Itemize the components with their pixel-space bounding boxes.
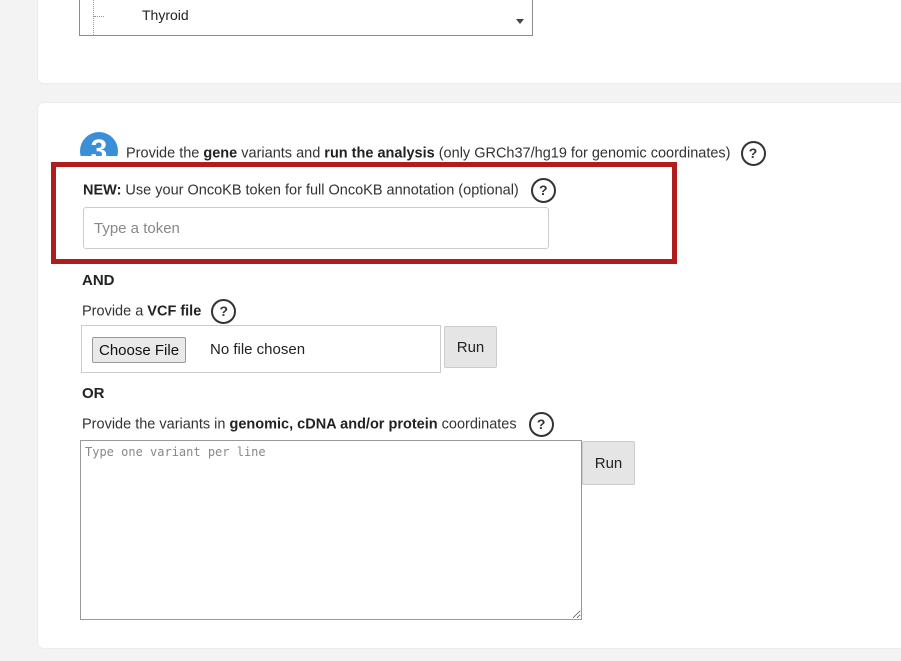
run-vcf-button[interactable]: Run xyxy=(444,326,497,368)
tissue-listbox[interactable]: Thyroid xyxy=(79,0,533,36)
file-status: No file chosen xyxy=(210,341,306,358)
vcf-label: Provide a VCF file ? xyxy=(82,299,237,324)
tree-branch xyxy=(94,16,104,17)
step-3-help-icon[interactable]: ? xyxy=(740,141,766,166)
or-label: OR xyxy=(82,385,105,402)
tissue-item-thyroid[interactable]: Thyroid xyxy=(142,7,189,23)
vcf-help-icon[interactable]: ? xyxy=(211,299,237,324)
highlight-box xyxy=(51,162,677,264)
variants-help-icon[interactable]: ? xyxy=(528,412,554,437)
vcf-file-input[interactable]: Choose File No file chosen xyxy=(81,325,441,373)
and-label: AND xyxy=(82,272,115,289)
choose-file-button[interactable]: Choose File xyxy=(92,337,187,363)
tree-line xyxy=(93,0,95,35)
scroll-down-arrow-icon[interactable] xyxy=(516,19,524,24)
run-variants-button[interactable]: Run xyxy=(582,441,635,485)
variants-textarea[interactable] xyxy=(80,440,582,620)
variants-label: Provide the variants in genomic, cDNA an… xyxy=(82,412,554,437)
